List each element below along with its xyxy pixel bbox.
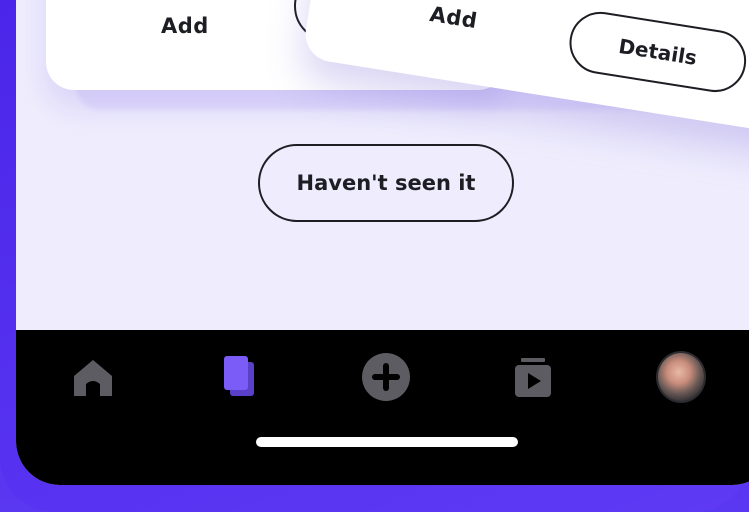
tab-home[interactable] xyxy=(68,352,118,402)
tab-profile[interactable] xyxy=(656,351,706,403)
bottom-tab-bar xyxy=(16,330,749,485)
app-screen: Add Add Details Haven't seen it xyxy=(16,0,749,485)
havent-seen-button[interactable]: Haven't seen it xyxy=(258,144,514,222)
tab-watchlist[interactable] xyxy=(508,352,558,402)
tab-cards[interactable] xyxy=(214,352,264,402)
add-circle-icon xyxy=(362,353,410,401)
cards-icon xyxy=(224,356,254,396)
add-button[interactable]: Add xyxy=(161,14,209,38)
home-icon xyxy=(74,360,112,396)
watchlist-icon xyxy=(515,358,551,397)
avatar xyxy=(656,351,706,403)
tab-add[interactable] xyxy=(361,352,411,402)
details-button[interactable]: Details xyxy=(565,7,749,97)
home-indicator[interactable] xyxy=(256,437,518,447)
add-button[interactable]: Add xyxy=(428,2,479,33)
